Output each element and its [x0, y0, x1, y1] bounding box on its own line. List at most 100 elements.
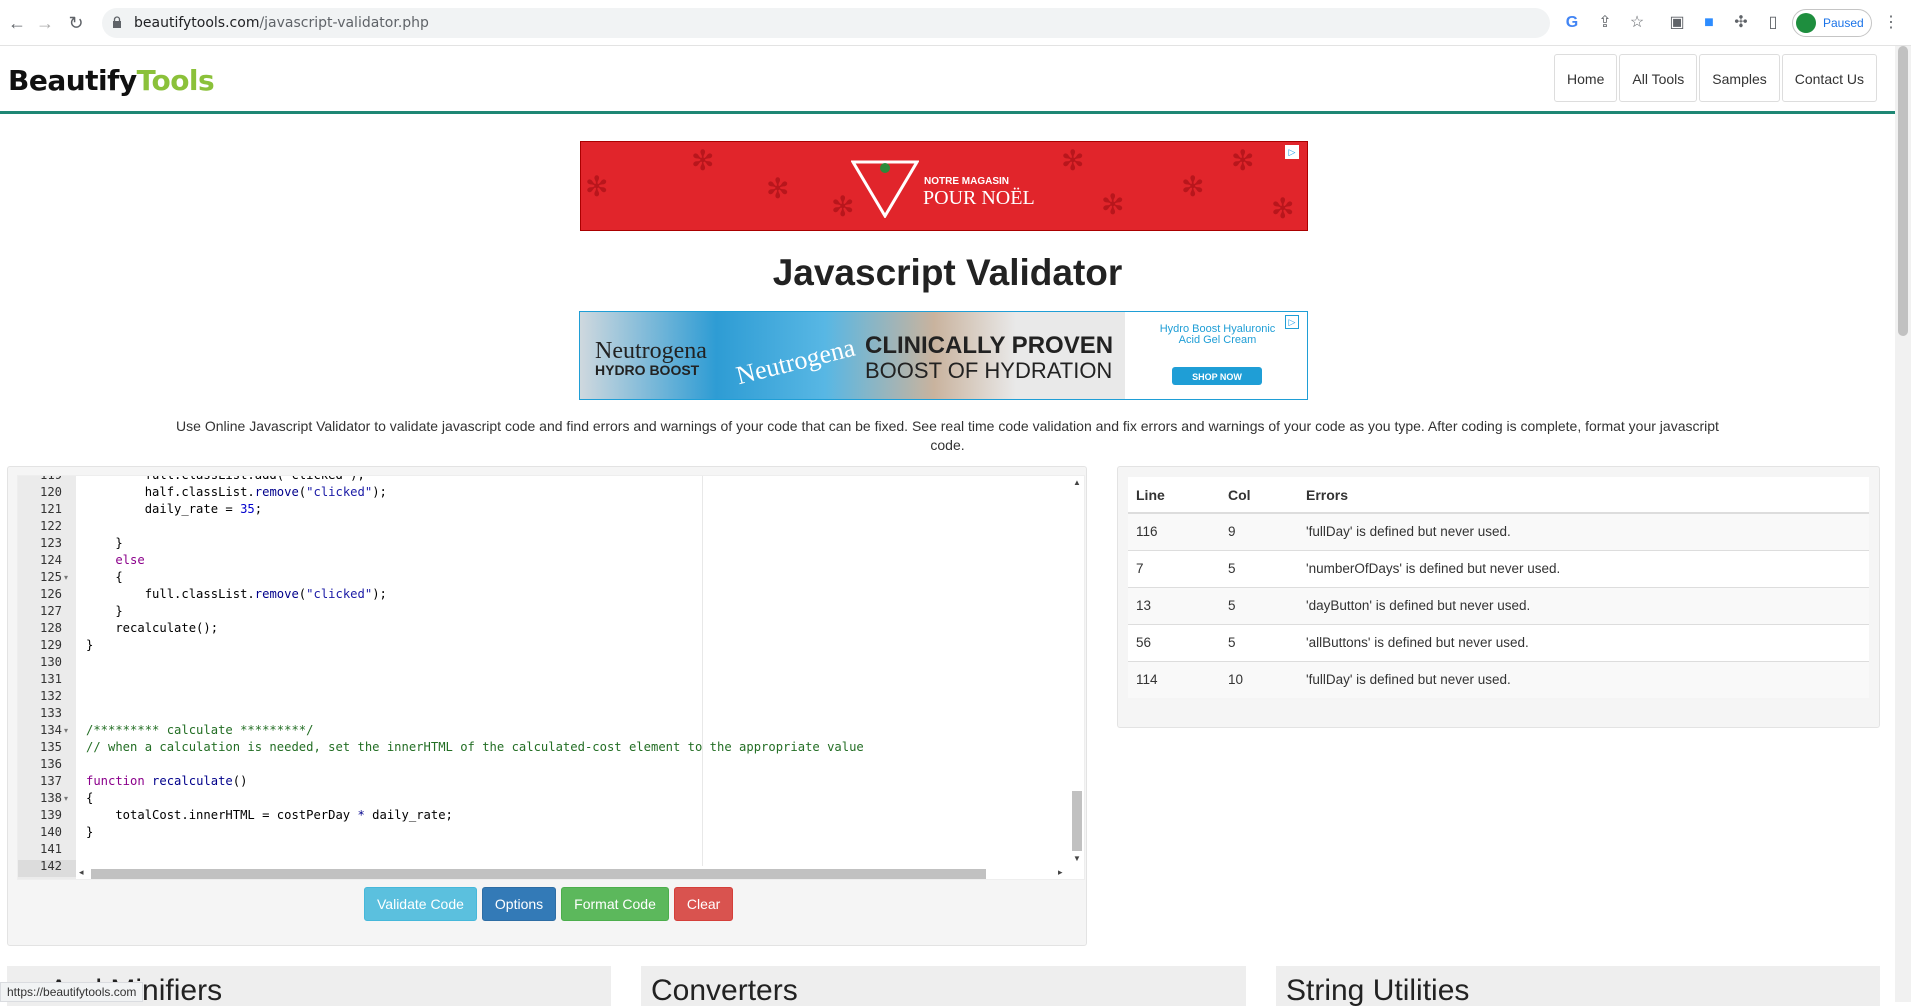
line-number: 134	[39, 723, 62, 737]
section-card-string-utilities[interactable]: String Utilities	[1276, 966, 1880, 1006]
line-number: 142	[39, 859, 62, 873]
table-row[interactable]: 7 5 'numberOfDays' is defined but never …	[1128, 549, 1869, 587]
line-number: 123	[39, 536, 62, 550]
status-bar-url: https://beautifytools.com	[0, 982, 144, 1002]
nav-samples[interactable]: Samples	[1699, 54, 1780, 102]
errors-panel: Line Col Errors 116 9 'fullDay' is defin…	[1117, 466, 1880, 728]
reload-icon[interactable]: ↻	[63, 10, 89, 36]
page-scrollbar[interactable]	[1895, 46, 1911, 1002]
error-col: 5	[1220, 623, 1298, 661]
share-icon[interactable]: ⇪	[1594, 12, 1616, 34]
page-scrollbar-thumb[interactable]	[1898, 46, 1908, 336]
table-row[interactable]: 116 9 'fullDay' is defined but never use…	[1128, 512, 1869, 550]
code-line: }	[86, 825, 94, 839]
code-line: full.classList.remove("clicked");	[86, 587, 387, 601]
banner-ad-top[interactable]: ✻ ✻ ✻ ✻ ✻ ✻ ✻ ✻ ✻ NOTRE MAGASIN POUR NOË…	[580, 141, 1308, 231]
snowflake-icon: ✻	[1181, 171, 1205, 202]
code-line: full.classList.add("clicked");	[86, 475, 365, 482]
side-panel-icon[interactable]: ▯	[1762, 12, 1784, 34]
line-number: 124	[39, 553, 62, 567]
ad-subbrand: HYDRO BOOST	[595, 362, 700, 378]
line-number: 128	[39, 621, 62, 635]
error-line: 116	[1128, 512, 1220, 550]
back-icon[interactable]: ←	[4, 10, 30, 36]
code-line: recalculate();	[86, 621, 219, 635]
ad-side-text: Hydro Boost Hyaluronic Acid Gel Cream	[1159, 323, 1276, 346]
format-code-button[interactable]: Format Code	[561, 887, 669, 921]
ad-text-line1: NOTRE MAGASIN	[924, 176, 1009, 187]
fold-arrow-icon[interactable]: ▾	[64, 790, 72, 807]
site-logo[interactable]: BeautifyTools	[8, 64, 215, 97]
ad-side-panel: Hydro Boost Hyaluronic Acid Gel Cream SH…	[1125, 312, 1307, 399]
fold-arrow-icon[interactable]: ▾	[64, 722, 72, 739]
zoom-extension-icon[interactable]: ■	[1698, 12, 1720, 34]
editor-horizontal-scrollbar[interactable]: ◂ ▸	[76, 866, 1072, 879]
line-number: 131	[39, 672, 62, 686]
ad-shop-now-button[interactable]: SHOP NOW	[1172, 367, 1262, 385]
error-col: 5	[1220, 549, 1298, 587]
section-title: Converters	[651, 974, 798, 1006]
banner-ad-neutrogena[interactable]: Neutrogena HYDRO BOOST Neutrogena CLINIC…	[579, 311, 1308, 400]
ad-brand: Neutrogena	[595, 338, 707, 364]
editor-panel: 119 120 121 122 123 124 125 ▾ 126 127 128 129 130 131…	[7, 466, 1087, 946]
google-lens-icon[interactable]: G	[1561, 12, 1583, 34]
line-number: 127	[39, 604, 62, 618]
col-header-errors: Errors	[1298, 477, 1869, 514]
nav-all-tools[interactable]: All Tools	[1619, 54, 1698, 102]
section-card-converters[interactable]: Converters	[641, 966, 1246, 1006]
line-number: 139	[39, 808, 62, 822]
code-line: // when a calculation is needed, set the…	[86, 740, 864, 754]
scroll-right-icon[interactable]: ▸	[1058, 867, 1063, 878]
code-line: }	[86, 638, 94, 652]
code-line: totalCost.innerHTML = costPerDay * daily…	[86, 808, 453, 822]
top-nav: Home All Tools Samples Contact Us	[1554, 54, 1877, 102]
line-number: 141	[39, 842, 62, 856]
adchoices-icon[interactable]: ▷	[1285, 145, 1299, 159]
line-number: 137	[39, 774, 62, 788]
line-number: 122	[39, 519, 62, 533]
errors-table: Line Col Errors 116 9 'fullDay' is defin…	[1128, 477, 1869, 698]
lock-icon	[113, 16, 121, 28]
options-button[interactable]: Options	[481, 887, 557, 921]
site-header: BeautifyTools Home All Tools Samples Con…	[0, 46, 1895, 114]
forward-icon[interactable]: →	[32, 10, 58, 36]
code-line: half.classList.remove("clicked");	[86, 485, 387, 499]
line-number: 125	[39, 570, 62, 584]
editor-button-row: Validate Code Options Format Code Clear	[364, 887, 734, 921]
nav-contact-us[interactable]: Contact Us	[1781, 54, 1877, 102]
scroll-down-icon[interactable]: ▼	[1073, 854, 1081, 863]
line-number: 133	[39, 706, 62, 720]
clear-button[interactable]: Clear	[673, 887, 734, 921]
line-number: 120	[39, 485, 62, 499]
extensions-icon[interactable]: ✣	[1730, 12, 1752, 34]
code-line: {	[86, 570, 123, 584]
section-title: String Utilities	[1286, 974, 1470, 1006]
fold-arrow-icon[interactable]: ▾	[64, 569, 72, 586]
camera-icon[interactable]: ▣	[1666, 12, 1688, 34]
editor-vscroll-thumb[interactable]	[1072, 791, 1082, 851]
adchoices-icon[interactable]: ▷	[1285, 315, 1299, 329]
table-row[interactable]: 13 5 'dayButton' is defined but never us…	[1128, 586, 1869, 624]
line-number: 138	[39, 791, 62, 805]
menu-kebab-icon[interactable]: ⋮	[1880, 12, 1902, 34]
code-editor[interactable]: 119 120 121 122 123 124 125 ▾ 126 127 128 129 130 131…	[17, 475, 1085, 880]
address-bar[interactable]: beautifytools.com/javascript-validator.p…	[102, 8, 1550, 38]
scroll-left-icon[interactable]: ◂	[79, 867, 84, 878]
ad-text-line2: POUR NOËL	[923, 187, 1035, 209]
bookmark-star-icon[interactable]: ☆	[1626, 12, 1648, 34]
scroll-up-icon[interactable]: ▲	[1073, 478, 1081, 487]
browser-toolbar: ← → ↻ beautifytools.com/javascript-valid…	[0, 0, 1911, 46]
snowflake-icon: ✻	[691, 145, 715, 176]
validate-code-button[interactable]: Validate Code	[364, 887, 477, 921]
table-row[interactable]: 114 10 'fullDay' is defined but never us…	[1128, 660, 1869, 698]
editor-vertical-scrollbar[interactable]: ▲ ▼	[1070, 476, 1084, 866]
line-number: 132	[39, 689, 62, 703]
page-title: Javascript Validator	[772, 252, 1123, 293]
table-row[interactable]: 56 5 'allButtons' is defined but never u…	[1128, 623, 1869, 661]
nav-home[interactable]: Home	[1554, 54, 1618, 102]
error-message: 'fullDay' is defined but never used.	[1298, 660, 1869, 698]
editor-hscroll-thumb[interactable]	[91, 869, 986, 879]
error-col: 9	[1220, 512, 1298, 550]
profile-button[interactable]: Paused	[1792, 9, 1872, 37]
print-margin	[702, 476, 703, 866]
